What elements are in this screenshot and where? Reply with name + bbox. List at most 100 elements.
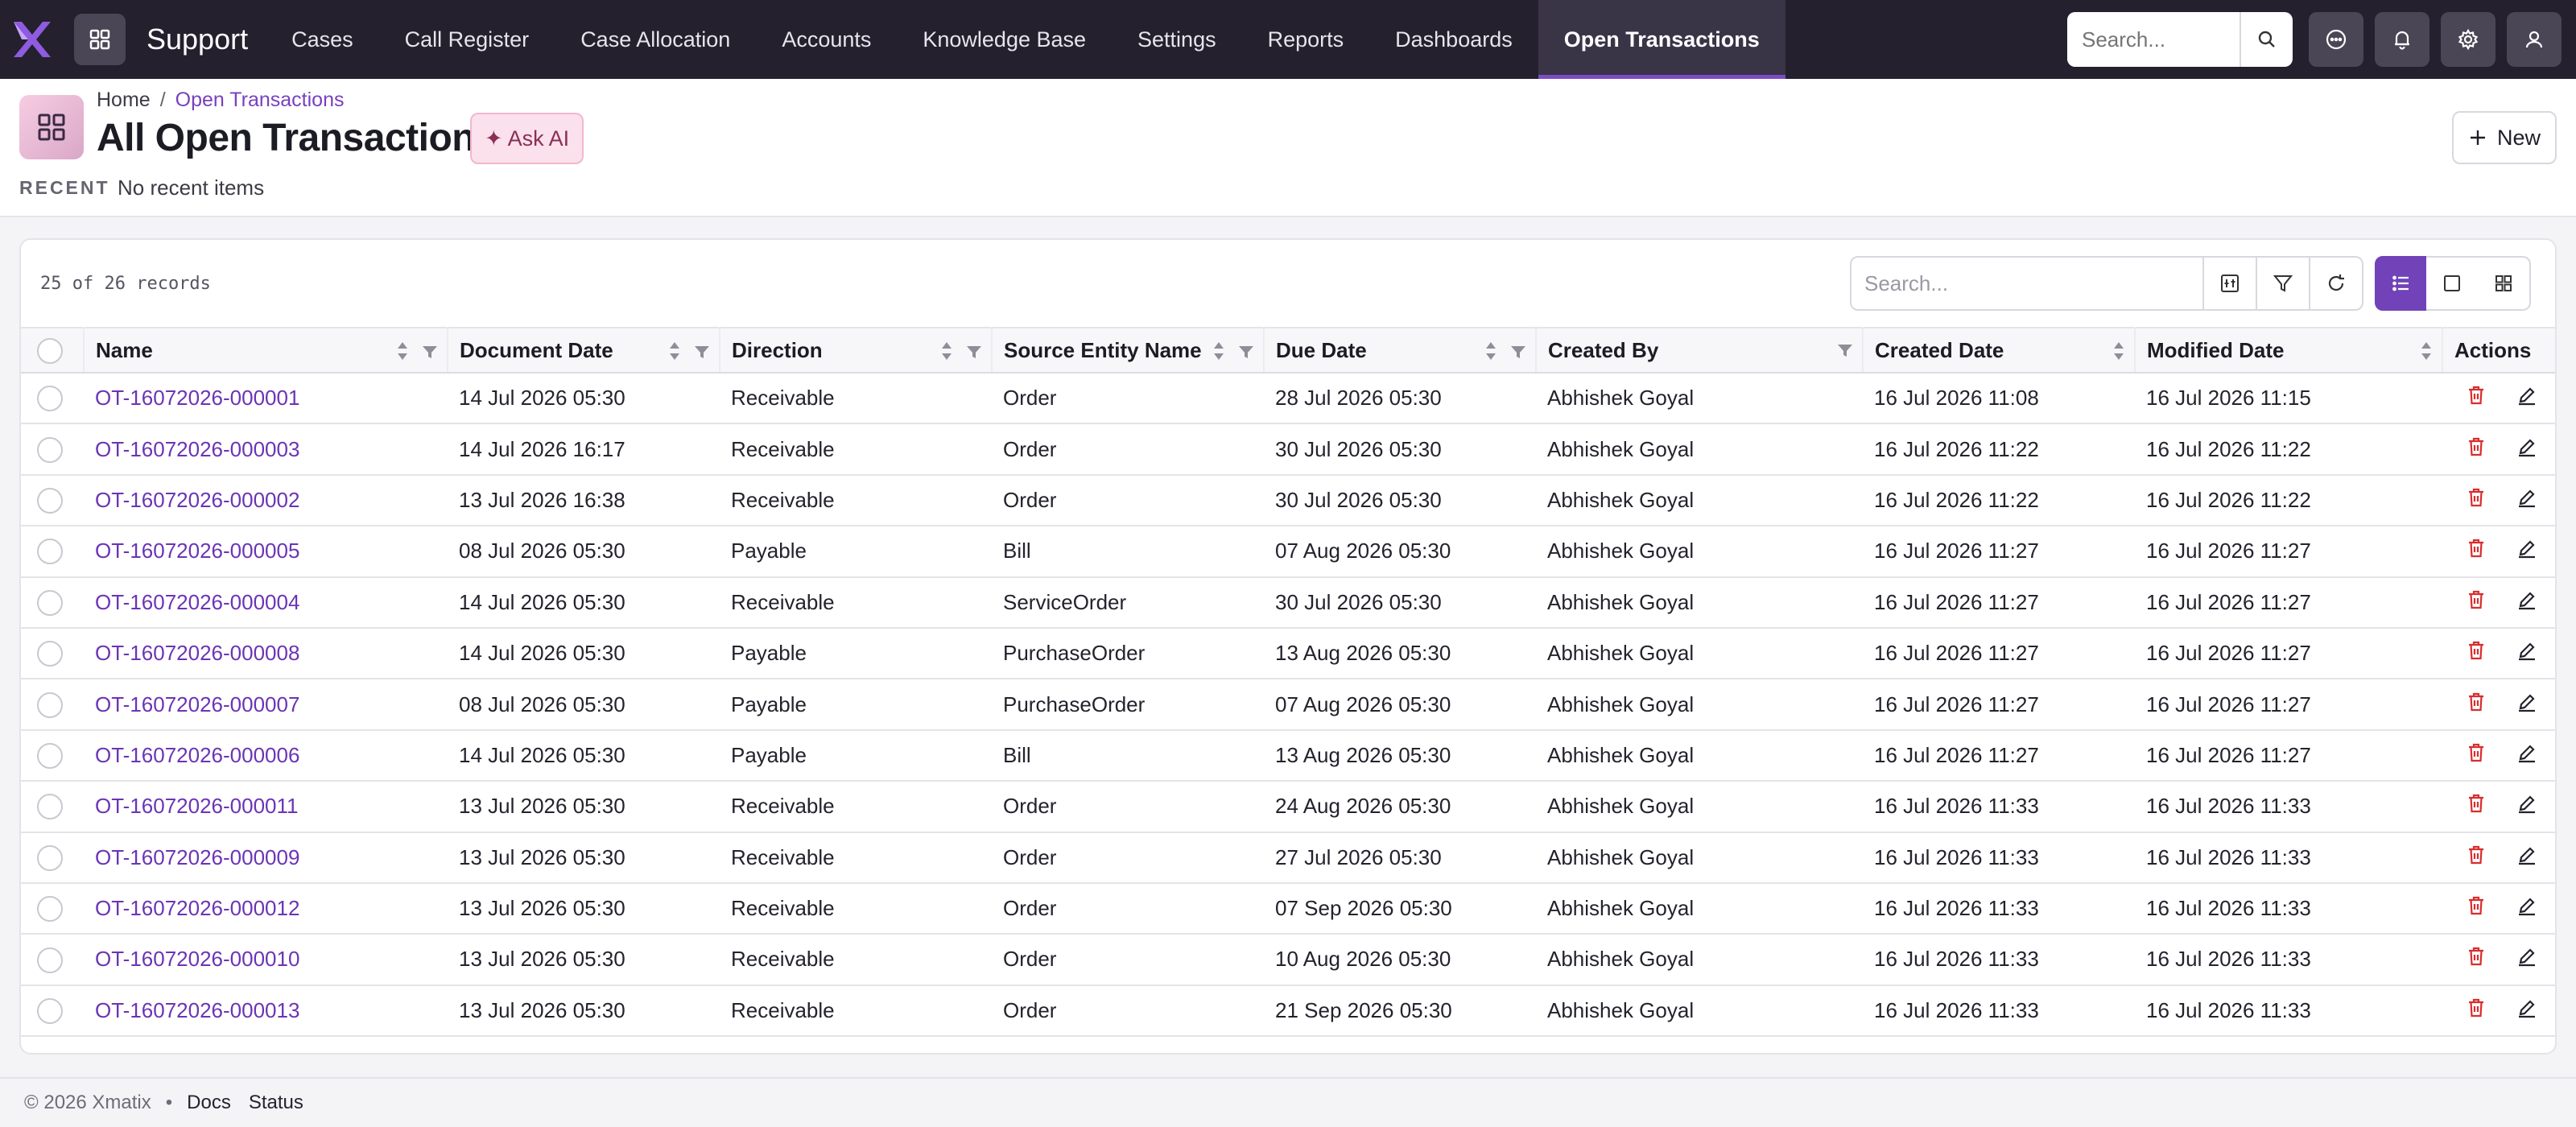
pencil-icon[interactable] [2516,844,2537,871]
new-button[interactable]: New [2452,111,2557,164]
table-row[interactable]: OT-16072026-000004 14 Jul 2026 05:30 Recei… [21,576,2555,629]
pencil-icon[interactable] [2516,640,2537,667]
sort-icon[interactable] [939,340,954,368]
gear-icon[interactable] [2441,12,2496,67]
column-header-direction[interactable]: Direction [720,327,993,374]
row-checkbox[interactable] [37,844,63,871]
pencil-icon[interactable] [2516,589,2537,616]
global-search-input[interactable] [2067,12,2240,67]
row-checkbox[interactable] [37,896,63,923]
trash-icon[interactable] [2467,997,2486,1024]
cell-name[interactable]: OT-16072026-000001 [84,373,448,425]
sort-icon[interactable] [395,340,410,368]
cell-name[interactable]: OT-16072026-000009 [84,832,448,884]
sort-icon[interactable] [667,340,682,368]
sort-icon[interactable] [1484,340,1498,368]
table-row[interactable]: OT-16072026-000006 14 Jul 2026 05:30 Payab… [21,729,2555,782]
cell-name[interactable]: OT-16072026-000002 [84,474,448,527]
column-header-source-entity-name[interactable]: Source Entity Name [992,327,1265,374]
trash-icon[interactable] [2467,946,2486,972]
column-filter-icon[interactable] [1237,341,1255,366]
select-all-checkbox[interactable] [37,337,63,364]
cell-name[interactable]: OT-16072026-000008 [84,627,448,680]
trash-icon[interactable] [2467,487,2486,514]
search-icon[interactable] [2240,12,2293,67]
row-checkbox[interactable] [37,691,63,718]
column-header-created-date[interactable]: Created Date [1863,327,2136,374]
app-name[interactable]: Support [147,23,248,56]
pencil-icon[interactable] [2516,487,2537,514]
pencil-icon[interactable] [2516,895,2537,922]
nav-reports[interactable]: Reports [1242,0,1370,79]
trash-icon[interactable] [2467,436,2486,463]
nav-case-allocation[interactable]: Case Allocation [555,0,756,79]
refresh-icon[interactable] [2310,256,2363,311]
column-header-due-date[interactable]: Due Date [1264,327,1537,374]
nav-cases[interactable]: Cases [266,0,379,79]
sort-icon[interactable] [2419,340,2434,368]
pencil-icon[interactable] [2516,793,2537,819]
column-header-document-date[interactable]: Document Date [448,327,720,374]
card-view-icon[interactable] [2426,256,2479,311]
table-row[interactable]: OT-16072026-000005 08 Jul 2026 05:30 Payab… [21,526,2555,578]
table-row[interactable]: OT-16072026-000011 13 Jul 2026 05:30 Recei… [21,781,2555,833]
cell-name[interactable]: OT-16072026-000011 [84,781,448,833]
pencil-icon[interactable] [2516,538,2537,564]
trash-icon[interactable] [2467,742,2486,769]
trash-icon[interactable] [2467,385,2486,411]
nav-knowledge-base[interactable]: Knowledge Base [897,0,1112,79]
table-row[interactable]: OT-16072026-000010 13 Jul 2026 05:30 Recei… [21,934,2555,986]
sort-icon[interactable] [1212,340,1226,368]
cell-name[interactable]: OT-16072026-000004 [84,576,448,629]
pencil-icon[interactable] [2516,997,2537,1024]
ask-ai-button[interactable]: ✦ Ask AI [470,113,584,164]
apps-grid-icon[interactable] [74,14,126,65]
table-row[interactable]: OT-16072026-000008 14 Jul 2026 05:30 Payab… [21,627,2555,680]
column-filter-icon[interactable] [1836,340,1854,365]
row-checkbox[interactable] [37,436,63,463]
column-filter-icon[interactable] [1509,341,1527,366]
row-checkbox[interactable] [37,641,63,667]
cell-name[interactable]: OT-16072026-000007 [84,679,448,731]
row-checkbox[interactable] [37,488,63,514]
table-row[interactable]: OT-16072026-000012 13 Jul 2026 05:30 Recei… [21,882,2555,935]
row-checkbox[interactable] [37,947,63,973]
cell-name[interactable]: OT-16072026-000003 [84,423,448,476]
trash-icon[interactable] [2467,844,2486,871]
nav-accounts[interactable]: Accounts [756,0,897,79]
xmatix-logo-icon[interactable] [0,0,63,79]
table-row[interactable]: OT-16072026-000007 08 Jul 2026 05:30 Payab… [21,679,2555,731]
cell-name[interactable]: OT-16072026-000006 [84,729,448,782]
cell-name[interactable]: OT-16072026-000012 [84,882,448,935]
nav-dashboards[interactable]: Dashboards [1369,0,1538,79]
trash-icon[interactable] [2467,640,2486,667]
list-view-icon[interactable] [2375,256,2428,311]
pencil-icon[interactable] [2516,742,2537,769]
grid-view-icon[interactable] [2478,256,2531,311]
trash-icon[interactable] [2467,895,2486,922]
pencil-icon[interactable] [2516,385,2537,411]
chat-icon[interactable] [2309,12,2363,67]
table-row[interactable]: OT-16072026-000001 14 Jul 2026 05:30 Recei… [21,373,2555,425]
sort-icon[interactable] [2112,340,2126,368]
column-filter-icon[interactable] [965,341,983,366]
breadcrumb-current[interactable]: Open Transactions [175,89,345,111]
trash-icon[interactable] [2467,793,2486,819]
user-icon[interactable] [2507,12,2562,67]
column-filter-icon[interactable] [421,341,439,366]
row-checkbox[interactable] [37,589,63,616]
filter-icon[interactable] [2257,256,2310,311]
trash-icon[interactable] [2467,691,2486,718]
pencil-icon[interactable] [2516,691,2537,718]
row-checkbox[interactable] [37,997,63,1024]
table-row[interactable]: OT-16072026-000013 13 Jul 2026 05:30 Recei… [21,985,2555,1038]
row-checkbox[interactable] [37,742,63,769]
list-search-input[interactable]: Search... [1850,256,2204,311]
trash-icon[interactable] [2467,538,2486,564]
pencil-icon[interactable] [2516,436,2537,463]
trash-icon[interactable] [2467,589,2486,616]
column-header-modified-date[interactable]: Modified Date [2135,327,2443,374]
nav-open-transactions[interactable]: Open Transactions [1538,0,1785,79]
table-row[interactable]: OT-16072026-000009 13 Jul 2026 05:30 Recei… [21,832,2555,884]
column-header-name[interactable]: Name [84,327,448,374]
